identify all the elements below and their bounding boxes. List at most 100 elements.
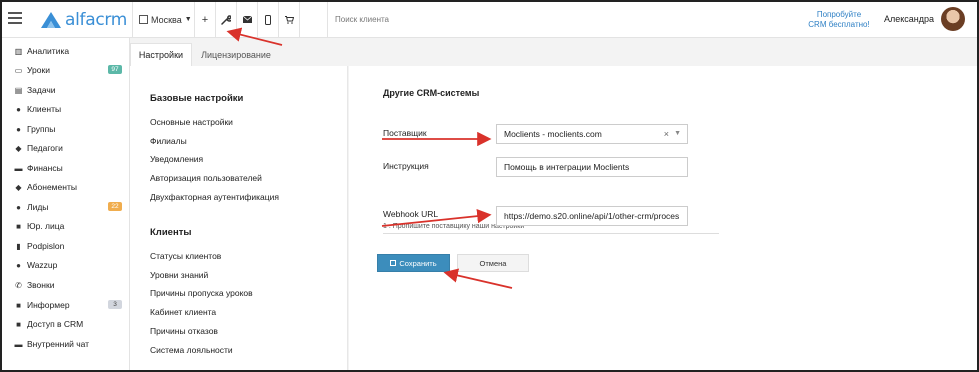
sidebar-item-wazzup[interactable]: ● Wazzup xyxy=(14,259,126,271)
logo-text: alfacrm xyxy=(65,10,128,30)
menu-icon[interactable] xyxy=(8,12,22,26)
sidebar-item-finance[interactable]: ▬ Финансы xyxy=(14,162,126,174)
wrench-icon[interactable] xyxy=(215,2,236,37)
sidebar-item-tasks[interactable]: ▤ Задачи xyxy=(14,84,126,96)
provider-value: Moclients - moclients.com xyxy=(504,129,602,139)
sidebar-item-label: Wazzup xyxy=(27,260,58,270)
sidebar: ▥ Аналитика ▭ Уроки 97 ▤ Задачи ● Клиент… xyxy=(2,38,130,370)
sidebar-item-label: Педагоги xyxy=(27,143,63,153)
sidebar-item-label: Внутренний чат xyxy=(27,339,90,349)
menu-item-branches[interactable]: Филиалы xyxy=(150,136,187,146)
informer-badge: 3 xyxy=(108,300,122,309)
sidebar-item-calls[interactable]: ✆ Звонки xyxy=(14,279,126,291)
logo-mark-icon xyxy=(41,12,61,28)
calendar-icon: ▭ xyxy=(14,65,23,75)
sidebar-item-clients[interactable]: ● Клиенты xyxy=(14,103,126,115)
user-name[interactable]: Александра xyxy=(884,14,934,24)
sidebar-item-legal-entities[interactable]: ■ Юр. лица xyxy=(14,220,126,232)
menu-item-2fa[interactable]: Двухфакторная аутентификация xyxy=(150,192,279,202)
logo[interactable]: alfacrm xyxy=(40,10,127,30)
instruction-label: Инструкция xyxy=(383,161,429,171)
graduation-cap-icon: ◆ xyxy=(15,143,22,153)
tab-licensing[interactable]: Лицензирование xyxy=(196,43,276,66)
user-plus-icon: ● xyxy=(16,202,21,212)
user-icon: ● xyxy=(16,104,21,114)
clipboard-icon: ▤ xyxy=(14,85,23,95)
sidebar-item-internal-chat[interactable]: ▬ Внутренний чат xyxy=(14,338,126,350)
whatsapp-icon: ● xyxy=(16,260,21,270)
chevron-down-icon: ▼ xyxy=(184,16,192,23)
promo-link[interactable]: Попробуйте CRM бесплатно! xyxy=(802,10,876,30)
settings-menu: Базовые настройки Основные настройки Фил… xyxy=(130,66,348,370)
save-icon xyxy=(390,260,397,266)
search-box[interactable] xyxy=(327,2,797,37)
sidebar-item-lessons[interactable]: ▭ Уроки 97 xyxy=(14,64,126,76)
sidebar-item-label: Задачи xyxy=(27,85,56,95)
menu-item-loyalty[interactable]: Система лояльности xyxy=(150,345,233,355)
building-icon xyxy=(139,15,148,24)
menu-item-knowledge-levels[interactable]: Уровни знаний xyxy=(150,270,208,280)
toolbar-spacer xyxy=(299,2,327,37)
menu-item-client-cabinet[interactable]: Кабинет клиента xyxy=(150,307,216,317)
lock-icon: ■ xyxy=(16,319,21,329)
sidebar-item-groups[interactable]: ● Группы xyxy=(14,123,126,135)
chevron-down-icon[interactable]: ▼ xyxy=(674,130,681,137)
menu-item-user-auth[interactable]: Авторизация пользователей xyxy=(150,173,262,183)
sidebar-item-podpislon[interactable]: ▮ Podpislon xyxy=(14,240,126,252)
chat-icon: ▬ xyxy=(14,339,23,349)
sidebar-item-label: Звонки xyxy=(27,280,55,290)
avatar[interactable] xyxy=(941,7,965,31)
file-icon: ▮ xyxy=(16,241,21,251)
menu-item-main-settings[interactable]: Основные настройки xyxy=(150,117,233,127)
menu-item-client-statuses[interactable]: Статусы клиентов xyxy=(150,251,221,261)
phone-icon[interactable] xyxy=(257,2,278,37)
instruction-link[interactable]: Помощь в интеграции Moclients xyxy=(496,157,688,177)
sidebar-item-label: Группы xyxy=(27,124,56,134)
top-bar: alfacrm Москва ▼ + Попробуйте CRM беспла… xyxy=(2,2,977,38)
mail-icon[interactable] xyxy=(236,2,257,37)
divider xyxy=(383,233,719,234)
crm-form-panel: Другие CRM-системы Поставщик Moclients -… xyxy=(349,66,977,370)
sidebar-item-label: Абонементы xyxy=(27,182,77,192)
city-selector[interactable]: Москва ▼ xyxy=(132,2,194,37)
provider-label: Поставщик xyxy=(383,128,427,138)
sidebar-item-teachers[interactable]: ◆ Педагоги xyxy=(14,142,126,154)
webhook-url-field[interactable]: https://demo.s20.online/api/1/other-crm/… xyxy=(496,206,688,226)
clients-settings-title: Клиенты xyxy=(150,227,192,238)
sidebar-item-label: Клиенты xyxy=(27,104,62,114)
app-window: alfacrm Москва ▼ + Попробуйте CRM беспла… xyxy=(0,0,979,372)
sidebar-item-informer[interactable]: ■ Информер 3 xyxy=(14,299,126,311)
instruction-value: Помощь в интеграции Moclients xyxy=(504,162,630,172)
basic-settings-title: Базовые настройки xyxy=(150,93,244,104)
sidebar-item-label: Информер xyxy=(27,300,70,310)
cancel-button[interactable]: Отмена xyxy=(457,254,529,272)
provider-select[interactable]: Moclients - moclients.com × ▼ xyxy=(496,124,688,144)
menu-item-absence-reasons[interactable]: Причины пропуска уроков xyxy=(150,288,253,298)
users-icon: ● xyxy=(16,124,21,134)
clear-icon[interactable]: × xyxy=(664,129,669,139)
menu-item-notifications[interactable]: Уведомления xyxy=(150,154,203,164)
tab-settings[interactable]: Настройки xyxy=(130,43,192,66)
sidebar-item-crm-access[interactable]: ■ Доступ в CRM xyxy=(14,318,126,330)
briefcase-icon: ■ xyxy=(16,221,21,231)
sidebar-item-leads[interactable]: ● Лиды 22 xyxy=(14,201,126,213)
form-title: Другие CRM-системы xyxy=(383,88,480,98)
plus-icon[interactable]: + xyxy=(194,2,215,37)
webhook-value: https://demo.s20.online/api/1/other-crm/… xyxy=(504,211,680,221)
tag-icon: ◆ xyxy=(15,182,22,192)
sidebar-item-label: Финансы xyxy=(27,163,63,173)
book-icon: ■ xyxy=(16,300,21,310)
sidebar-item-label: Уроки xyxy=(27,65,50,75)
sidebar-item-label: Доступ в CRM xyxy=(27,319,84,329)
menu-item-refusal-reasons[interactable]: Причины отказов xyxy=(150,326,218,336)
webhook-label: Webhook URL xyxy=(383,209,439,219)
promo-line2: CRM бесплатно! xyxy=(808,20,870,29)
save-button[interactable]: Сохранить xyxy=(377,254,450,272)
phone-icon: ✆ xyxy=(15,280,22,290)
sidebar-item-subscriptions[interactable]: ◆ Абонементы xyxy=(14,181,126,193)
search-input[interactable] xyxy=(335,15,635,24)
sidebar-item-analytics[interactable]: ▥ Аналитика xyxy=(14,45,126,57)
sidebar-item-label: Аналитика xyxy=(27,46,70,56)
lessons-badge: 97 xyxy=(108,65,122,74)
cart-icon[interactable] xyxy=(278,2,299,37)
